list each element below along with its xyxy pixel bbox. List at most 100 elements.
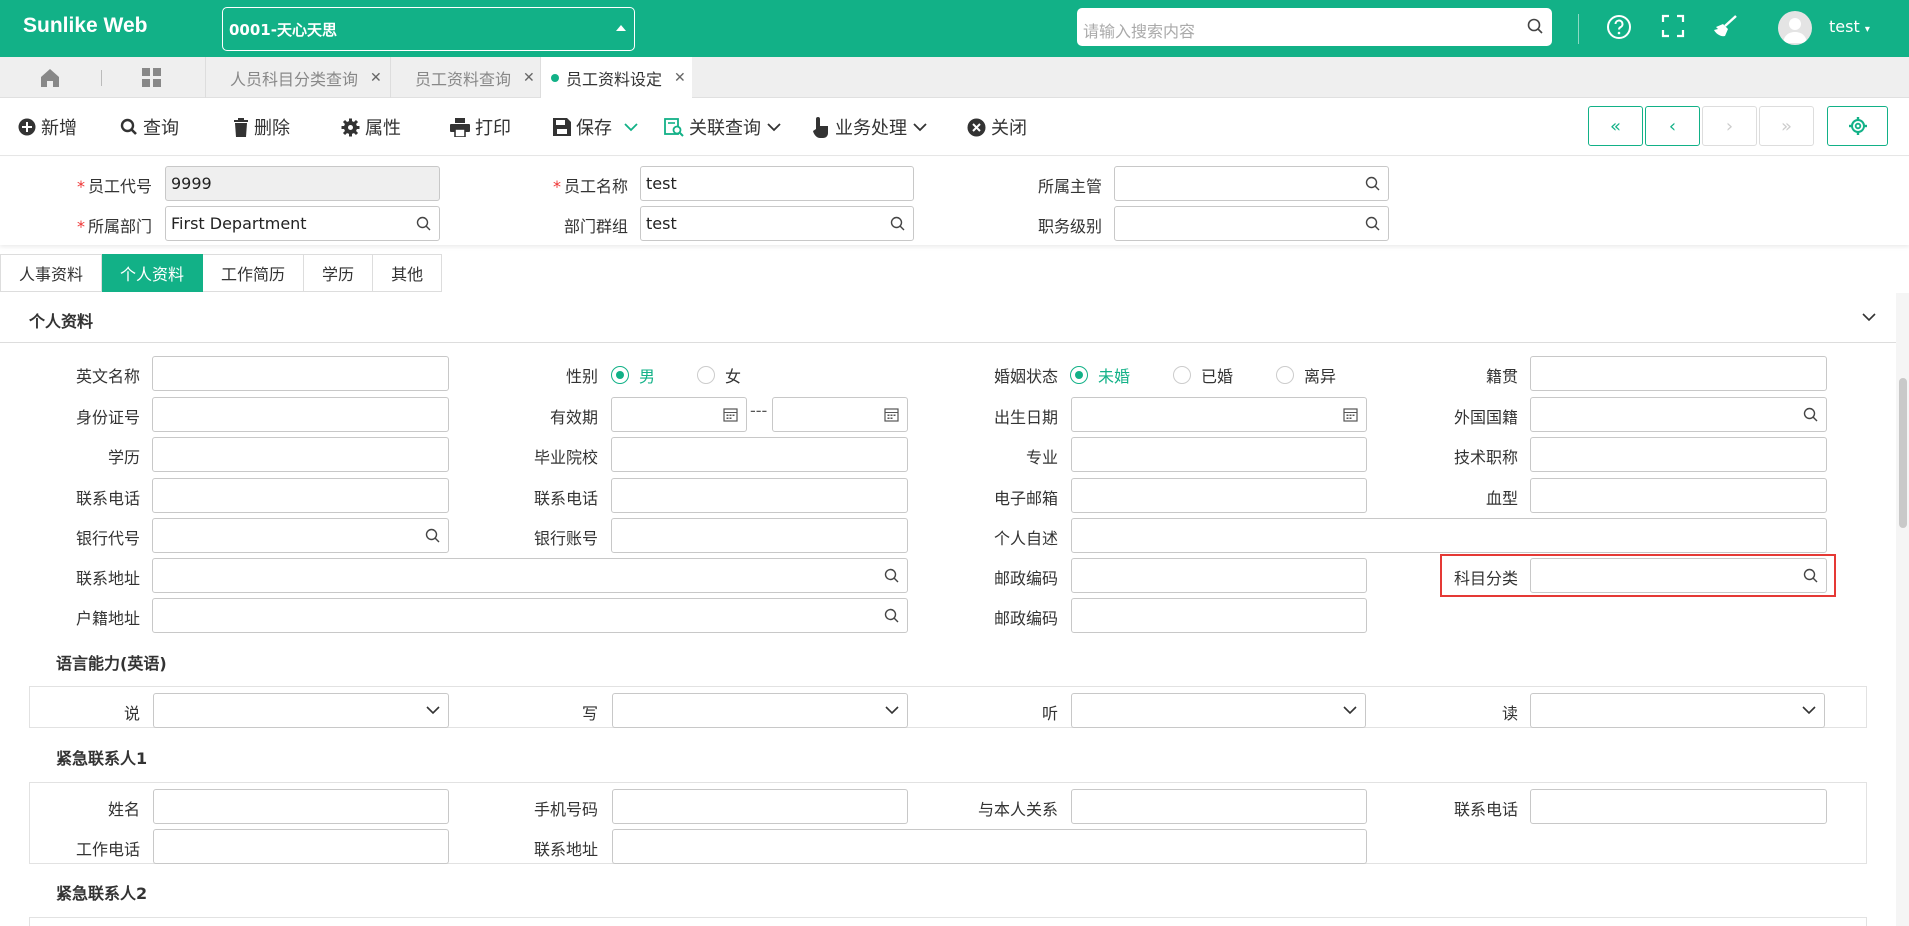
first-record-button[interactable]: « <box>1588 106 1643 146</box>
phone1-input[interactable] <box>152 478 449 513</box>
search-icon[interactable] <box>1365 216 1380 231</box>
read-select[interactable] <box>1530 693 1825 728</box>
id-no-input[interactable] <box>152 397 449 432</box>
tab-hr-info[interactable]: 人事资料 <box>0 254 103 292</box>
tab-subject-class-query[interactable]: 人员科目分类查询 ✕ <box>205 57 390 98</box>
tab-other[interactable]: 其他 <box>373 254 443 292</box>
household-addr-input[interactable] <box>152 598 908 633</box>
chevron-down-icon <box>426 706 440 715</box>
e1-work-phone-input[interactable] <box>153 829 449 864</box>
settings-button[interactable] <box>1827 106 1888 146</box>
next-record-button[interactable]: › <box>1702 106 1757 146</box>
query-button[interactable]: 查询 <box>120 115 179 139</box>
write-select[interactable] <box>612 693 908 728</box>
close-button[interactable]: 关闭 <box>967 115 1027 139</box>
valid-from-date[interactable] <box>611 397 747 432</box>
nationality-label: 外国国籍 <box>1453 408 1518 427</box>
job-level-field[interactable] <box>1114 206 1389 241</box>
search-icon[interactable] <box>890 216 905 231</box>
phone2-input[interactable] <box>611 478 908 513</box>
new-button[interactable]: 新增 <box>18 115 77 139</box>
prev-record-button[interactable]: ‹ <box>1645 106 1700 146</box>
search-icon[interactable] <box>1527 18 1544 35</box>
close-icon[interactable]: ✕ <box>370 70 382 86</box>
marital-married-radio[interactable]: 已婚 <box>1173 363 1233 387</box>
e1-address-input[interactable] <box>612 829 1367 864</box>
related-query-button[interactable]: 关联查询 <box>664 115 786 139</box>
valid-to-date[interactable] <box>772 397 908 432</box>
print-button[interactable]: 打印 <box>450 115 511 139</box>
school-input[interactable] <box>611 437 908 472</box>
native-place-input[interactable] <box>1530 356 1827 391</box>
birth-date-input[interactable] <box>1071 397 1367 432</box>
section-header[interactable]: 个人资料 <box>0 293 1896 343</box>
dept-group-field[interactable]: test <box>640 206 914 241</box>
e1-name-input[interactable] <box>153 789 449 824</box>
tab-personal-info[interactable]: 个人资料 <box>102 254 204 292</box>
search-icon[interactable] <box>425 528 440 543</box>
marital-divorced-radio[interactable]: 离异 <box>1276 363 1336 387</box>
chevron-down-icon[interactable] <box>1862 313 1876 322</box>
major-input[interactable] <box>1071 437 1367 472</box>
email-input[interactable] <box>1071 478 1367 513</box>
search-icon[interactable] <box>884 568 899 583</box>
business-button[interactable]: 业务处理 <box>812 115 932 139</box>
last-record-button[interactable]: » <box>1759 106 1814 146</box>
vertical-scrollbar[interactable] <box>1896 293 1909 926</box>
search-icon[interactable] <box>884 608 899 623</box>
gender-male-radio[interactable]: 男 <box>611 363 655 387</box>
bank-code-input[interactable] <box>152 518 449 553</box>
self-desc-input[interactable] <box>1071 518 1827 553</box>
title-rank-input[interactable] <box>1530 437 1827 472</box>
tab-work-history[interactable]: 工作简历 <box>203 254 305 292</box>
search-icon[interactable] <box>1803 407 1818 422</box>
fullscreen-icon[interactable] <box>1661 14 1685 38</box>
home-tab[interactable] <box>30 57 70 98</box>
address-input[interactable] <box>152 558 908 593</box>
avatar[interactable] <box>1778 11 1812 45</box>
chevron-down-icon[interactable] <box>624 122 638 132</box>
postcode1-input[interactable] <box>1071 558 1367 593</box>
marital-single-radio[interactable]: 未婚 <box>1070 363 1130 387</box>
e1-phone-input[interactable] <box>1530 789 1827 824</box>
delete-button[interactable]: 删除 <box>233 115 290 139</box>
calendar-icon[interactable] <box>723 407 738 422</box>
search-icon[interactable] <box>416 216 431 231</box>
chevron-left-icon: ‹ <box>1668 115 1677 137</box>
speak-select[interactable] <box>153 693 449 728</box>
emp-code-field[interactable]: 9999 <box>165 166 440 201</box>
e1-mobile-input[interactable] <box>612 789 908 824</box>
bank-account-input[interactable] <box>611 518 908 553</box>
save-button[interactable]: 保存 <box>553 115 643 139</box>
nationality-input[interactable] <box>1530 397 1827 432</box>
close-icon[interactable]: ✕ <box>523 70 535 86</box>
properties-button[interactable]: 属性 <box>341 115 401 139</box>
user-menu[interactable]: test ▾ <box>1829 17 1870 36</box>
emergency2-box <box>29 917 1867 926</box>
calendar-icon[interactable] <box>884 407 899 422</box>
emp-name-field[interactable]: test <box>640 166 914 201</box>
apps-tab[interactable] <box>132 57 172 98</box>
tab-employee-query[interactable]: 员工资料查询 ✕ <box>390 57 540 98</box>
e1-relation-input[interactable] <box>1071 789 1367 824</box>
blood-input[interactable] <box>1530 478 1827 513</box>
education-input[interactable] <box>152 437 449 472</box>
listen-select[interactable] <box>1071 693 1366 728</box>
chevron-down-icon[interactable] <box>767 122 781 132</box>
postcode2-input[interactable] <box>1071 598 1367 633</box>
english-name-input[interactable] <box>152 356 449 391</box>
tab-employee-settings[interactable]: 员工资料设定 ✕ <box>540 57 692 98</box>
search-icon[interactable] <box>1365 176 1380 191</box>
global-search-input[interactable]: 请输入搜索内容 <box>1077 8 1552 46</box>
chevron-down-icon[interactable] <box>913 122 927 132</box>
gender-female-radio[interactable]: 女 <box>697 363 741 387</box>
broom-clean-icon[interactable] <box>1712 14 1738 40</box>
help-icon[interactable] <box>1606 14 1632 40</box>
dept-field[interactable]: First Department <box>165 206 440 241</box>
supervisor-field[interactable] <box>1114 166 1389 201</box>
close-icon[interactable]: ✕ <box>674 70 686 86</box>
company-select[interactable]: 0001-天心天思 <box>222 7 635 51</box>
scrollbar-thumb[interactable] <box>1899 378 1907 528</box>
tab-education[interactable]: 学历 <box>304 254 374 292</box>
calendar-icon[interactable] <box>1343 407 1358 422</box>
